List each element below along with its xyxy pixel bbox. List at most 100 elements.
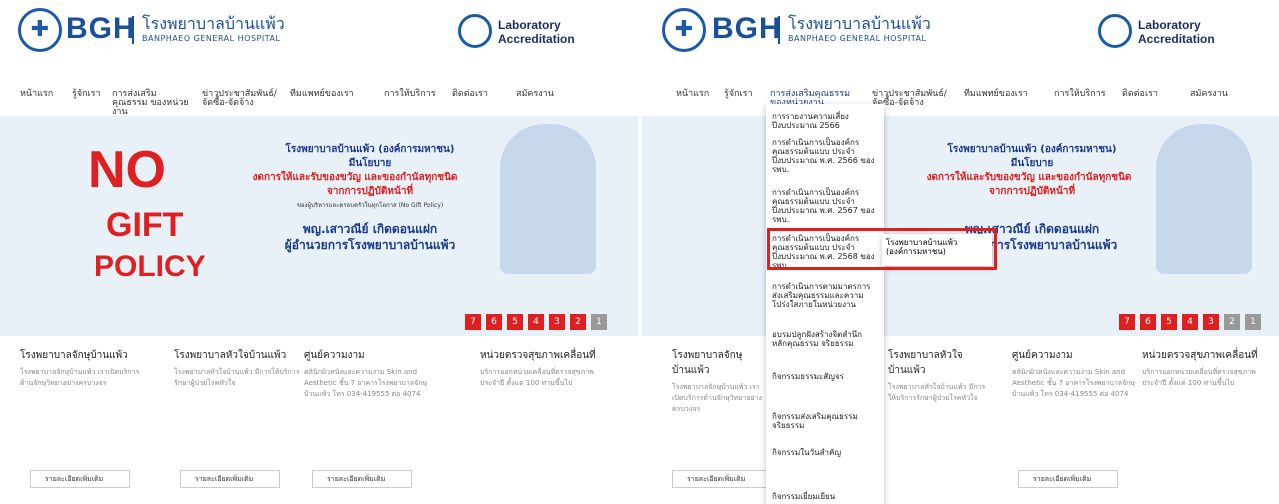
service-col-beauty: ศูนย์ความงามคลินิกผิวหนังและความงาม Skin… [1012,348,1142,400]
nav-services[interactable]: การให้บริการ [384,90,436,99]
hospital-sub: BANPHAEO GENERAL HOSPITAL [788,34,927,43]
banner-line1: งดการให้และรับของขวัญ และของกำนัลทุกชนิด [926,172,1132,183]
page-5[interactable]: 5 [507,314,523,330]
nav-about[interactable]: รู้จักเรา [724,90,753,99]
col-title: โรงพยาบาลหัวใจบ้านแพ้ว [174,350,287,361]
highlight-box [767,228,997,270]
page-2[interactable]: 2 [1224,314,1240,330]
banner-line2: จากการปฏิบัติหน้าที่ [988,186,1076,197]
col-body: บริการออกหน่วยเคลื่อนที่ตรวจสุขภาพประจำป… [480,368,594,387]
banner-org: โรงพยาบาลบ้านแพ้ว (องค์การมหาชน) [947,144,1117,155]
page-1[interactable]: 1 [591,314,607,330]
col-body: คลินิกผิวหนังและความงาม Skin and Aesthet… [1012,368,1136,398]
no-text: NO [88,141,166,199]
service-col-heart: โรงพยาบาลหัวใจบ้านแพ้วโรงพยาบาลหัวใจบ้าน… [174,348,304,389]
hero-banner[interactable]: NO GIFT POLICY โรงพยาบาลบ้านแพ้ว (องค์กา… [0,116,638,336]
nav-services[interactable]: การให้บริการ [1054,90,1106,99]
col-body: โรงพยาบาลหัวใจบ้านแพ้ว มีการให้บริการรัก… [888,383,986,402]
service-col-mobile: หน่วยตรวจสุขภาพเคลื่อนที่บริการออกหน่วยเ… [1142,348,1272,389]
col-body: บริการออกหน่วยเคลื่อนที่ตรวจสุขภาพประจำป… [1142,368,1256,387]
col-body: โรงพยาบาลจักษุบ้านแพ้ว เราเปิดบริการด้าน… [20,368,140,387]
col-title: หน่วยตรวจสุขภาพเคลื่อนที่ [480,350,596,361]
page-4[interactable]: 4 [1182,314,1198,330]
menu-item[interactable]: กิจกรรมธรรมะสัญจร [772,372,876,381]
page-1[interactable]: 1 [1245,314,1261,330]
nav-about[interactable]: รู้จักเรา [72,90,101,99]
col-title: โรงพยาบาลหัวใจบ้านแพ้ว [888,350,963,376]
service-col-heart: โรงพยาบาลหัวใจบ้านแพ้วโรงพยาบาลหัวใจบ้าน… [888,348,988,404]
menu-item[interactable]: การดำเนินการตามมาตรการส่งเสริมคุณธรรมและ… [772,282,876,309]
hospital-sub: BANPHAEO GENERAL HOSPITAL [142,34,281,43]
col-title: หน่วยตรวจสุขภาพเคลื่อนที่ [1142,350,1258,361]
divider [778,16,780,44]
nav-doctors[interactable]: ทีมแพทย์ของเรา [290,90,354,99]
main-nav: หน้าแรก รู้จักเรา การส่งเสริมคุณธรรม ของ… [642,90,1279,114]
page-6[interactable]: 6 [1140,314,1156,330]
gift-text: GIFT [106,206,184,244]
hospital-logo-icon[interactable]: ✚ [662,8,706,52]
page-7[interactable]: 7 [1119,314,1135,330]
col-title: โรงพยาบาลจักษุบ้านแพ้ว [672,350,743,376]
menu-item[interactable]: การดำเนินการเป็นองค์กรคุณธรรมต้นแบบ ประจ… [772,188,876,224]
col-title: โรงพยาบาลจักษุบ้านแพ้ว [20,350,128,361]
nav-home[interactable]: หน้าแรก [20,90,53,99]
page-5[interactable]: 5 [1161,314,1177,330]
nav-ethics[interactable]: การส่งเสริมคุณธรรม ของหน่วยงาน [112,90,192,117]
menu-item[interactable]: กิจกรรมในวันสำคัญ [772,448,876,457]
menu-item[interactable]: อบรมปลูกฝังสร้างจิตสำนึกหลักคุณธรรม จริย… [772,330,876,348]
nav-news[interactable]: ข่าวประชาสัมพันธ์/ จัดซื้อ-จัดจ้าง [202,90,278,108]
hospital-logo-icon[interactable]: ✚ [18,8,62,52]
director-photo [500,124,596,274]
more-button[interactable]: รายละเอียดเพิ่มเติม [672,470,772,488]
service-col-eye: โรงพยาบาลจักษุบ้านแพ้วโรงพยาบาลจักษุบ้าน… [672,348,766,415]
page-3[interactable]: 3 [549,314,565,330]
col-title: ศูนย์ความงาม [1012,350,1073,361]
policy-text: POLICY [94,250,206,283]
ethics-dropdown: การรายงานความเสี่ยง ปีงบประมาณ 2566 การด… [766,104,884,504]
more-button[interactable]: รายละเอียดเพิ่มเติม [180,470,280,488]
nav-jobs[interactable]: สมัครงาน [516,90,554,99]
menu-item[interactable]: กิจกรรมส่งเสริมคุณธรรม จริยธรรม [772,412,876,430]
banner-role: ผู้อำนวยการโรงพยาบาลบ้านแพ้ว [284,238,456,252]
menu-item[interactable]: กิจกรรมเยี่ยมเยียน [772,492,876,501]
logo-text: BGH [66,12,136,45]
nav-contact[interactable]: ติดต่อเรา [1122,90,1158,99]
banner-org: โรงพยาบาลบ้านแพ้ว (องค์การมหาชน) [285,144,455,155]
logo-text: BGH [712,12,782,45]
nav-doctors[interactable]: ทีมแพทย์ของเรา [964,90,1028,99]
page-6[interactable]: 6 [486,314,502,330]
banner-policy-line: มีนโยบาย [348,158,392,169]
service-col-beauty: ศูนย์ความงาม คลินิกผิวหนังและความงาม Skin… [304,348,434,400]
seal-icon [458,14,492,48]
divider [132,16,134,44]
page-7[interactable]: 7 [465,314,481,330]
seal-icon [1098,14,1132,48]
banner-line2: จากการปฏิบัติหน้าที่ [326,186,414,197]
banner-small: ของผู้บริหารและครอบครัวในทุกโอกาส (No Gi… [296,202,444,209]
lab-accreditation: Laboratory Accreditation [498,18,575,46]
left-screenshot: ✚ BGH โรงพยาบาลบ้านแพ้ว BANPHAEO GENERAL… [0,0,638,503]
col-body: โรงพยาบาลหัวใจบ้านแพ้ว มีการให้บริการรัก… [174,368,300,387]
more-button[interactable]: รายละเอียดเพิ่มเติม [1018,470,1118,488]
lab-accreditation: Laboratory Accreditation [1138,18,1215,46]
banner-policy-line: มีนโยบาย [1010,158,1054,169]
hero-banner[interactable]: โรงพยาบาลบ้านแพ้ว (องค์การมหาชน) มีนโยบา… [642,116,1279,336]
page-2[interactable]: 2 [570,314,586,330]
col-title: ศูนย์ความงาม [304,350,365,361]
page-4[interactable]: 4 [528,314,544,330]
header: ✚ BGH โรงพยาบาลบ้านแพ้ว BANPHAEO GENERAL… [642,0,1279,80]
more-button[interactable]: รายละเอียดเพิ่มเติม [30,470,130,488]
carousel-pagination: 7654321 [1114,314,1261,330]
service-col-eye: โรงพยาบาลจักษุบ้านแพ้วโรงพยาบาลจักษุบ้าน… [20,348,150,389]
director-photo [1156,124,1252,274]
menu-item[interactable]: การรายงานความเสี่ยง ปีงบประมาณ 2566 [772,112,876,130]
nav-jobs[interactable]: สมัครงาน [1190,90,1228,99]
service-col-mobile: หน่วยตรวจสุขภาพเคลื่อนที่บริการออกหน่วยเ… [480,348,610,389]
col-body: โรงพยาบาลจักษุบ้านแพ้ว เราเปิดบริการด้าน… [672,383,762,413]
main-nav: หน้าแรก รู้จักเรา การส่งเสริมคุณธรรม ของ… [0,90,638,117]
page-3[interactable]: 3 [1203,314,1219,330]
more-button[interactable]: รายละเอียดเพิ่มเติม [312,470,412,488]
nav-home[interactable]: หน้าแรก [676,90,709,99]
nav-contact[interactable]: ติดต่อเรา [452,90,488,99]
menu-item[interactable]: การดำเนินการเป็นองค์กรคุณธรรมต้นแบบ ประจ… [772,138,876,174]
